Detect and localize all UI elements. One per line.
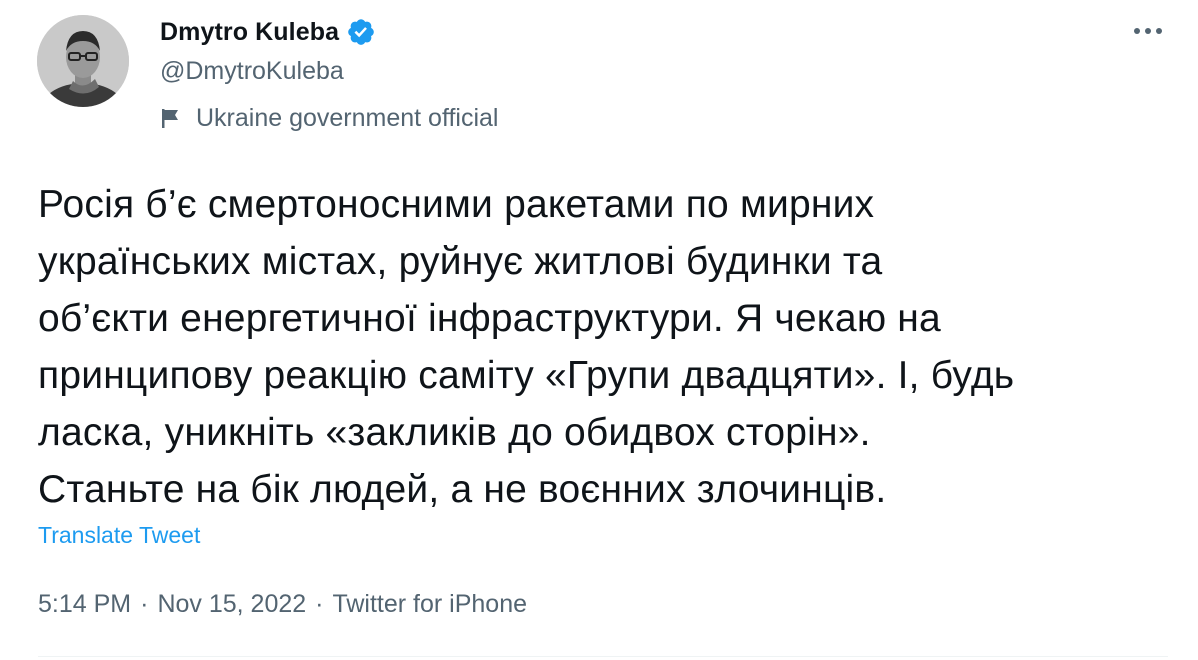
avatar[interactable]	[37, 15, 129, 107]
meta-separator: ·	[315, 590, 324, 618]
verified-badge-icon	[346, 17, 376, 47]
translate-tweet-link[interactable]: Translate Tweet	[38, 522, 200, 549]
author-name-row: Dmytro Kuleba	[160, 14, 376, 50]
tweet-source: Twitter for iPhone	[332, 590, 528, 618]
more-horizontal-icon	[1134, 28, 1162, 34]
tweet-meta: 5:14 PM · Nov 15, 2022 · Twitter for iPh…	[38, 590, 527, 619]
tweet-text: Росія б’є смертоносними ракетами по мирн…	[38, 183, 1015, 511]
author-display-name[interactable]: Dmytro Kuleba	[160, 18, 339, 47]
flag-icon	[160, 107, 182, 129]
government-label-text: Ukraine government official	[196, 103, 499, 132]
author-handle[interactable]: @DmytroKuleba	[160, 57, 376, 91]
tweet-time[interactable]: 5:14 PM	[38, 590, 131, 619]
government-label: Ukraine government official	[160, 101, 498, 135]
divider	[38, 656, 1168, 657]
meta-separator: ·	[140, 590, 149, 618]
tweet-date[interactable]: Nov 15, 2022	[157, 590, 306, 619]
more-options-button[interactable]	[1128, 16, 1168, 46]
avatar-image	[37, 15, 129, 107]
author-block: Dmytro Kuleba @DmytroKuleba	[160, 14, 376, 91]
